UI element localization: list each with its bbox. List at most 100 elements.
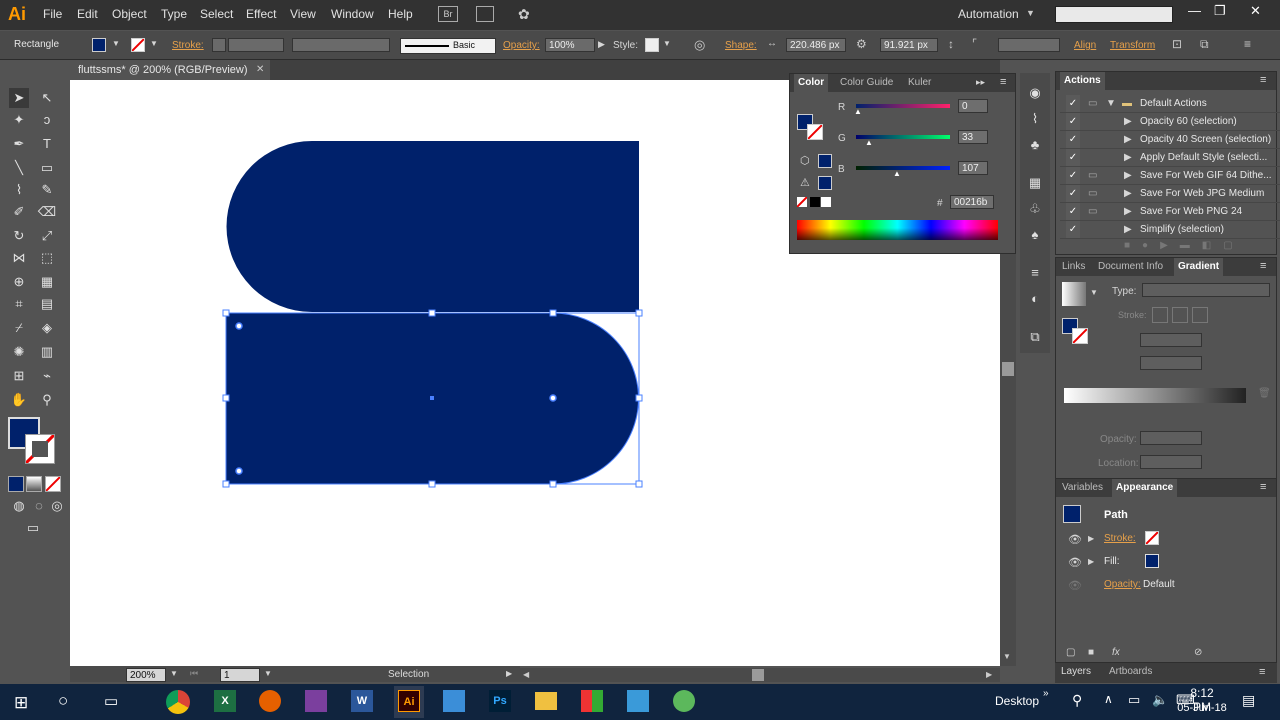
windows-store-icon[interactable] (581, 690, 603, 712)
network-icon[interactable]: ▭ (1128, 692, 1140, 708)
expand-triangle-icon[interactable]: ▶ (1124, 185, 1132, 202)
b-slider[interactable] (856, 166, 950, 170)
direct-selection-tool-icon[interactable]: ↖ (37, 88, 57, 108)
file-explorer-icon[interactable] (535, 692, 557, 710)
menu-type[interactable]: Type (161, 7, 187, 21)
gradient-angle-input[interactable] (1140, 333, 1202, 347)
expand-triangle-icon[interactable]: ▶ (1124, 113, 1132, 130)
menu-object[interactable]: Object (112, 7, 147, 21)
shape-label[interactable]: Shape: (725, 40, 757, 51)
gradient-opacity-input[interactable] (1140, 431, 1202, 445)
action-center-icon[interactable]: ▤ (1242, 692, 1255, 709)
stroke-gradient-along[interactable] (1172, 307, 1188, 323)
arrange-documents-icon[interactable] (476, 6, 494, 22)
menu-select[interactable]: Select (200, 7, 233, 21)
chevron-down-icon[interactable]: ▼ (663, 39, 671, 48)
opacity-input[interactable]: 100% (545, 38, 595, 52)
gradient-thumbnail[interactable] (1062, 282, 1086, 306)
panel-stroke-swatch[interactable] (807, 124, 823, 140)
close-button[interactable]: ✕ (1250, 3, 1261, 19)
panel-menu-icon[interactable]: ≡ (1000, 76, 1006, 88)
gradient-mode-icon[interactable] (26, 476, 42, 492)
chrome-icon[interactable] (166, 690, 190, 714)
fill-swatch[interactable] (92, 38, 106, 52)
draw-inside-icon[interactable]: ◎ (47, 496, 67, 516)
toggle-check-icon[interactable]: ✓ (1066, 167, 1080, 184)
gradient-aspect-input[interactable] (1140, 356, 1202, 370)
menu-help[interactable]: Help (388, 7, 413, 21)
horizontal-scrollbar[interactable]: ◀ ▶ (520, 668, 1000, 682)
recolor-artwork-icon[interactable]: ◎ (694, 37, 705, 53)
arrange-icon[interactable]: ⧉ (1200, 37, 1209, 52)
width-tool-icon[interactable]: ⋈ (9, 248, 29, 268)
slice-tool-icon[interactable]: ⌁ (37, 366, 57, 386)
chevron-right-icon[interactable]: ▶ (506, 669, 512, 678)
panel-menu-icon[interactable]: ≡ (1260, 74, 1266, 86)
magic-wand-tool-icon[interactable]: ✦ (9, 110, 29, 130)
tab-artboards[interactable]: Artboards (1105, 663, 1156, 681)
zoom-tool-icon[interactable]: ⚲ (37, 390, 57, 410)
action-item[interactable]: ✓ ▶ Simplify (selection) (1060, 221, 1280, 239)
line-tool-icon[interactable]: ╲ (9, 158, 29, 178)
pencil-tool-icon[interactable]: ✎ (37, 180, 57, 200)
rectangle-tool-icon[interactable]: ▭ (37, 158, 57, 178)
volume-icon[interactable]: 🔈 (1152, 692, 1168, 708)
expand-triangle-icon[interactable]: ▶ (1124, 149, 1132, 166)
chevron-down-icon[interactable]: ▼ (170, 669, 178, 678)
zoom-level-input[interactable]: 200% (126, 668, 166, 682)
black-color-button[interactable] (810, 197, 820, 207)
layers-panel-icon[interactable]: ⧉ (1025, 327, 1045, 347)
toggle-check-icon[interactable]: ✓ (1066, 185, 1080, 202)
scroll-thumb[interactable] (1002, 362, 1014, 376)
brush-definition[interactable]: Basic (400, 38, 496, 54)
desktop-toolbar-label[interactable]: Desktop (995, 694, 1039, 708)
task-view-icon[interactable]: ▭ (104, 692, 118, 710)
windows-start-icon[interactable]: ⊞ (14, 693, 28, 713)
chevron-down-icon[interactable]: ▼ (1090, 288, 1098, 297)
photos-app-icon[interactable] (627, 690, 649, 712)
tab-links[interactable]: Links (1058, 258, 1089, 276)
rotate-tool-icon[interactable]: ↻ (9, 226, 29, 246)
scroll-down-arrow-icon[interactable]: ▼ (1003, 652, 1011, 661)
top-rounded-shape[interactable] (226, 141, 640, 312)
g-value-input[interactable]: 33 (958, 130, 988, 144)
gamut-swatch[interactable] (818, 176, 832, 190)
menu-effect[interactable]: Effect (246, 7, 276, 21)
hand-tool-icon[interactable]: ✋ (9, 390, 29, 410)
illustrator-taskbar-active[interactable]: Ai (394, 686, 424, 718)
hex-value-input[interactable]: 00216b (950, 195, 994, 209)
tab-layers[interactable]: Layers (1057, 663, 1095, 681)
add-new-stroke-icon[interactable]: ▢ (1066, 647, 1075, 658)
type-tool-icon[interactable]: T (37, 134, 57, 154)
none-mode-icon[interactable] (45, 476, 61, 492)
tab-color-guide[interactable]: Color Guide (836, 74, 897, 92)
r-slider-thumb[interactable]: ▲ (854, 107, 862, 116)
r-value-input[interactable]: 0 (958, 99, 988, 113)
expand-triangle-icon[interactable]: ▶ (1124, 167, 1132, 184)
close-tab-button[interactable]: ✕ (256, 64, 264, 75)
menu-edit[interactable]: Edit (77, 7, 98, 21)
g-slider-thumb[interactable]: ▲ (865, 138, 873, 147)
toggle-check-icon[interactable]: ✓ (1066, 95, 1080, 112)
paintbrush-tool-icon[interactable]: ⌇ (9, 180, 29, 200)
expand-triangle-icon[interactable]: ▶ (1124, 221, 1132, 238)
eye-icon[interactable]: 👁 (1068, 556, 1082, 569)
action-set-row[interactable]: ✓ ▭ ▼ ▬ Default Actions (1060, 95, 1280, 113)
dialog-toggle-icon[interactable]: ▭ (1088, 95, 1097, 112)
scroll-thumb[interactable] (752, 669, 764, 681)
chevron-right-icon[interactable]: ▶ (598, 39, 605, 50)
selection-tool-icon[interactable]: ➤ (9, 88, 29, 108)
tab-variables[interactable]: Variables (1058, 479, 1107, 497)
appearance-panel-icon[interactable]: ◉ (1025, 83, 1045, 103)
symbol-sprayer-tool-icon[interactable]: ✺ (9, 342, 29, 362)
graphic-style-swatch[interactable] (645, 38, 659, 52)
constrain-proportions-icon[interactable]: ⚙ (856, 37, 867, 51)
tab-color[interactable]: Color (794, 74, 829, 92)
panel-menu-icon[interactable]: ≡ (1244, 37, 1251, 51)
stroke-weight-panel-icon[interactable]: ≡ (1025, 263, 1045, 283)
action-item[interactable]: ✓ ▭ ▶ Save For Web JPG Medium (1060, 185, 1280, 203)
stroke-swatch[interactable] (131, 38, 145, 52)
swatches-panel-icon[interactable]: ▦ (1025, 173, 1045, 193)
panel-menu-icon[interactable]: ≡ (1259, 666, 1265, 678)
toggle-check-icon[interactable]: ✓ (1066, 113, 1080, 130)
